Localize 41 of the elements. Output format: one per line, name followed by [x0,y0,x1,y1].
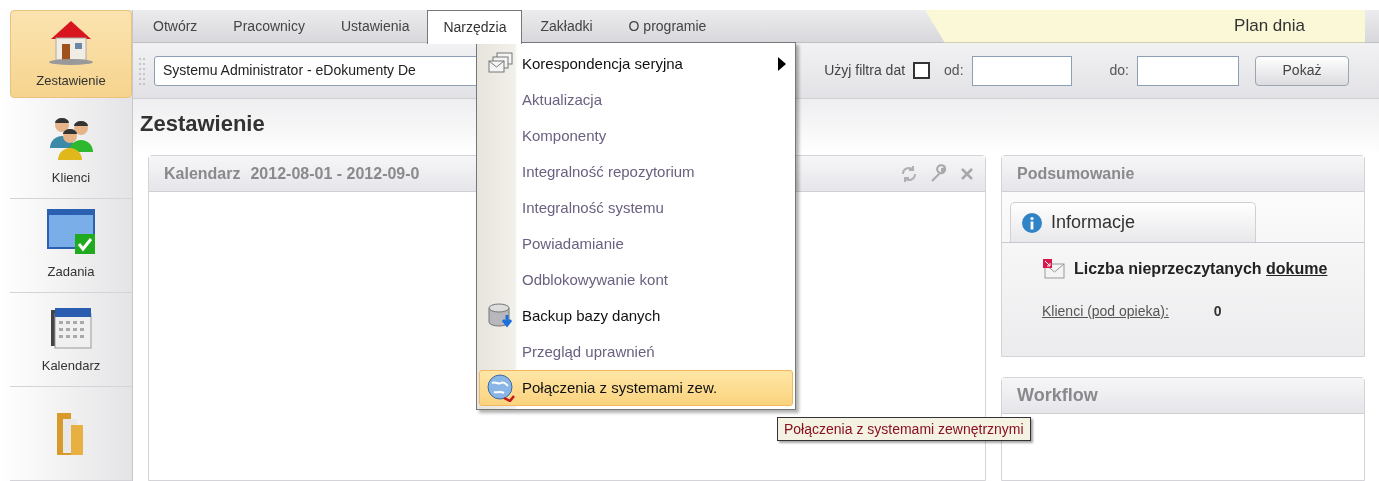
drag-handle-icon[interactable] [138,55,146,86]
info-icon [1021,211,1043,234]
menu-item[interactable]: Zakładki [522,10,611,43]
panel-title: Podsumowanie [1017,163,1135,184]
unread-mail-icon [1042,258,1066,280]
database-icon [487,303,515,329]
date-filter-checkbox[interactable] [913,62,931,79]
globe-icon [486,374,516,402]
tooltip: Połączenia z systemami zewnętrznymi [777,417,1031,441]
clients-link[interactable]: Klienci (pod opieka): [1042,301,1169,322]
dropdown-item[interactable]: Połączenia z systemami zew. [479,370,793,406]
plan-tab[interactable]: Plan dnia [925,10,1365,43]
information-tab[interactable]: Informacje [1010,202,1256,242]
menu-item[interactable]: O programie [610,10,725,43]
close-icon[interactable] [959,165,975,182]
menu-item[interactable]: Narzędzia [427,10,523,44]
date-filter-label: Użyj filtra dat [824,61,906,80]
dropdown-item[interactable]: Backup bazy danych [479,298,793,334]
clients-count: 0 [1213,302,1222,321]
sidebar-item[interactable]: Kalendarz [10,292,132,387]
menu-item[interactable]: Otwórz [135,10,216,43]
unread-documents-text: Liczba nieprzeczytanych dokume [1074,259,1328,279]
from-date-field[interactable] [971,55,1072,86]
sidebar-item[interactable]: Zestawienie [10,10,132,99]
from-label: od: [944,61,964,80]
task-window-icon [45,208,97,257]
refresh-icon[interactable] [899,163,919,184]
menu-item[interactable]: Pracownicy [215,10,323,43]
show-button[interactable]: Pokaż [1255,55,1349,86]
date-range: 2012-08-01 - 2012-09-0 [250,163,420,184]
documents-link[interactable]: dokume [1266,260,1328,277]
sidebar-item[interactable]: Klienci [10,104,132,199]
menu-item[interactable]: Ustawienia [322,10,428,43]
panel-title: Kalendarz [164,163,241,184]
page-title: Zestawienie [140,111,265,136]
to-date-field[interactable] [1137,55,1239,86]
envelopes-icon [488,52,514,76]
to-label: do: [1109,61,1129,80]
sidebar-item[interactable]: Zadania [10,198,132,293]
panel-title: Workflow [1017,384,1098,407]
wrench-icon[interactable] [929,163,949,184]
